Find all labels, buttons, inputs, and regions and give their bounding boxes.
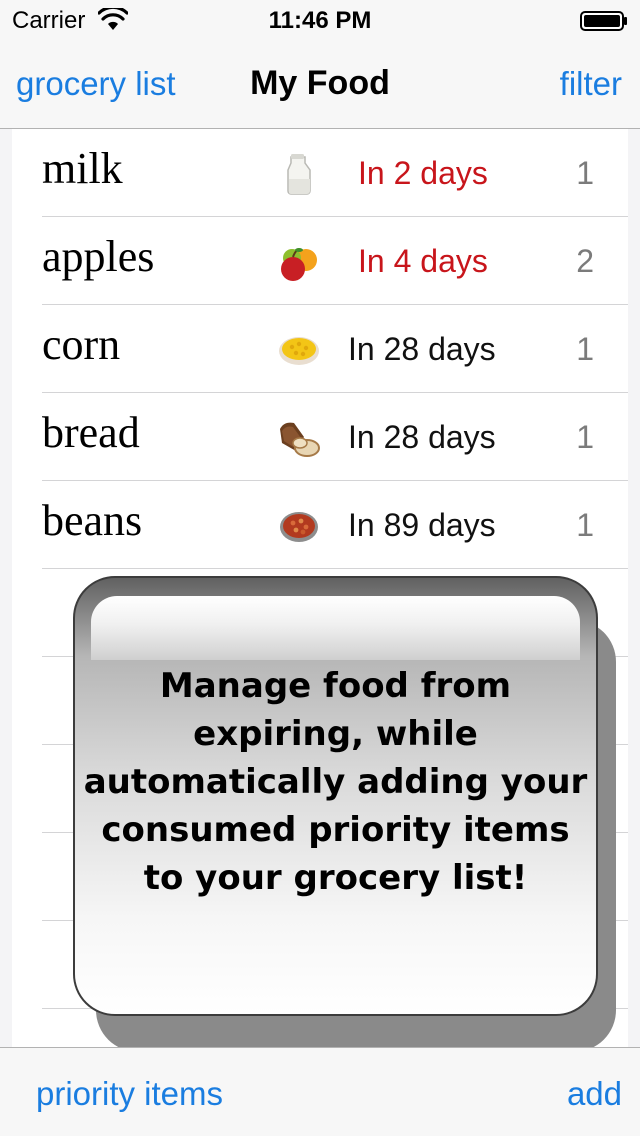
page-title: My Food bbox=[250, 64, 390, 102]
battery-icon bbox=[580, 11, 627, 31]
food-row-corn[interactable]: corn In 28 days 1 bbox=[0, 305, 640, 393]
filter-button[interactable]: filter bbox=[560, 65, 622, 103]
expiration-label: In 28 days bbox=[348, 419, 496, 455]
quantity-label: 2 bbox=[576, 243, 594, 279]
food-row-apples[interactable]: apples In 4 days 2 bbox=[0, 217, 640, 305]
expiration-label: In 28 days bbox=[348, 331, 496, 367]
food-name: apples bbox=[42, 232, 155, 281]
tutorial-card-sheen bbox=[91, 596, 580, 660]
quantity-label: 1 bbox=[576, 331, 594, 367]
bottom-toolbar: priority items add bbox=[0, 1047, 640, 1136]
quantity-label: 1 bbox=[576, 155, 594, 191]
food-name: corn bbox=[42, 320, 121, 369]
status-time: 11:46 PM bbox=[268, 7, 372, 34]
priority-items-button[interactable]: priority items bbox=[36, 1075, 223, 1113]
tutorial-message: Manage food from expiring, while automat… bbox=[83, 666, 588, 898]
apples-icon bbox=[281, 248, 317, 281]
food-name: milk bbox=[42, 144, 123, 193]
navigation-bar: grocery list My Food filter bbox=[0, 40, 640, 129]
beans-bowl-icon bbox=[280, 512, 318, 542]
food-row-bread[interactable]: bread In 28 days 1 bbox=[0, 393, 640, 481]
row-divider bbox=[42, 568, 628, 569]
milk-jug-icon bbox=[287, 154, 311, 195]
status-bar: Carrier 11:46 PM bbox=[0, 0, 640, 40]
food-name: bread bbox=[42, 408, 140, 457]
food-row-beans[interactable]: beans In 89 days 1 bbox=[0, 481, 640, 569]
quantity-label: 1 bbox=[576, 507, 594, 543]
tutorial-card[interactable]: Manage food from expiring, while automat… bbox=[73, 576, 598, 1016]
bread-loaf-icon bbox=[280, 422, 320, 457]
food-row-milk[interactable]: milk In 2 days 1 bbox=[0, 129, 640, 217]
corn-bowl-icon bbox=[279, 337, 319, 365]
expiration-label: In 89 days bbox=[348, 507, 496, 543]
quantity-label: 1 bbox=[576, 419, 594, 455]
food-name: beans bbox=[42, 496, 143, 545]
expiration-label: In 2 days bbox=[358, 155, 488, 191]
expiration-label: In 4 days bbox=[358, 243, 488, 279]
add-button[interactable]: add bbox=[567, 1075, 622, 1113]
